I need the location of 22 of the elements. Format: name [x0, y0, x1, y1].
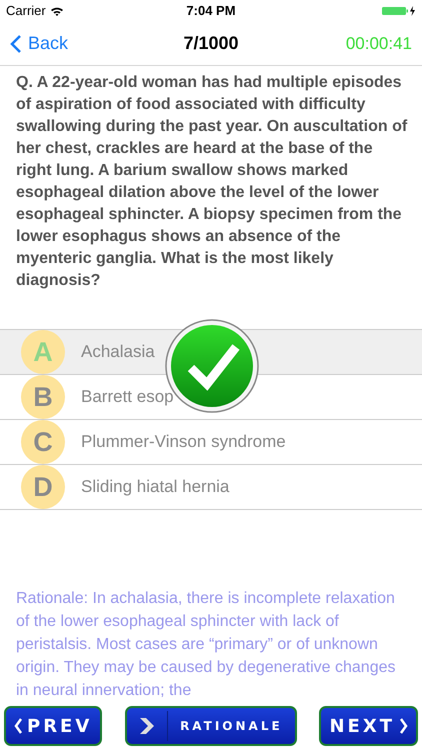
battery-icon: [382, 6, 416, 16]
chevron-right-icon: [139, 717, 156, 735]
option-letter: C: [21, 420, 65, 464]
rationale-text: Rationale: In achalasia, there is incomplete relaxation of the lower esophageal sphincter with lack of peristalsis. Most cases are “primary” or of unknown origin. They may be caused by degenerative changes in neural innervation; the: [16, 589, 396, 702]
rationale-button[interactable]: RATIONALE: [125, 706, 297, 746]
wifi-icon: [50, 6, 64, 16]
clock-time: 7:04 PM: [186, 3, 236, 18]
chevron-right-icon: [399, 718, 408, 734]
timer: 00:00:41: [346, 34, 412, 54]
chevron-left-icon: [14, 718, 23, 734]
option-letter: B: [21, 375, 65, 420]
answer-option[interactable]: C Plummer-Vinson syndrome: [0, 420, 422, 466]
question-text: Q. A 22-year-old woman has had multiple episodes of aspiration of food associated with difficulty swallowing during the past year. On auscultation of her chest, crackles are heard at the base of the right lung. A barium swallow shows marked esophageal dilation above the level of the lower esophageal sphincter. A biopsy specimen from the lower esophagus shows an absence of the myenteric ganglia. What is the most likely diagnosis?: [16, 73, 408, 292]
prev-button[interactable]: PREV: [4, 706, 102, 746]
option-letter: A: [21, 330, 65, 374]
chevron-left-icon: [10, 34, 22, 54]
answer-option[interactable]: D Sliding hiatal hernia: [0, 465, 422, 510]
next-button[interactable]: NEXT: [319, 706, 418, 746]
option-letter: D: [21, 465, 65, 510]
question-counter: 7/1000: [183, 33, 239, 54]
carrier-name: Carrier: [6, 3, 46, 18]
back-button[interactable]: Back: [10, 33, 68, 54]
